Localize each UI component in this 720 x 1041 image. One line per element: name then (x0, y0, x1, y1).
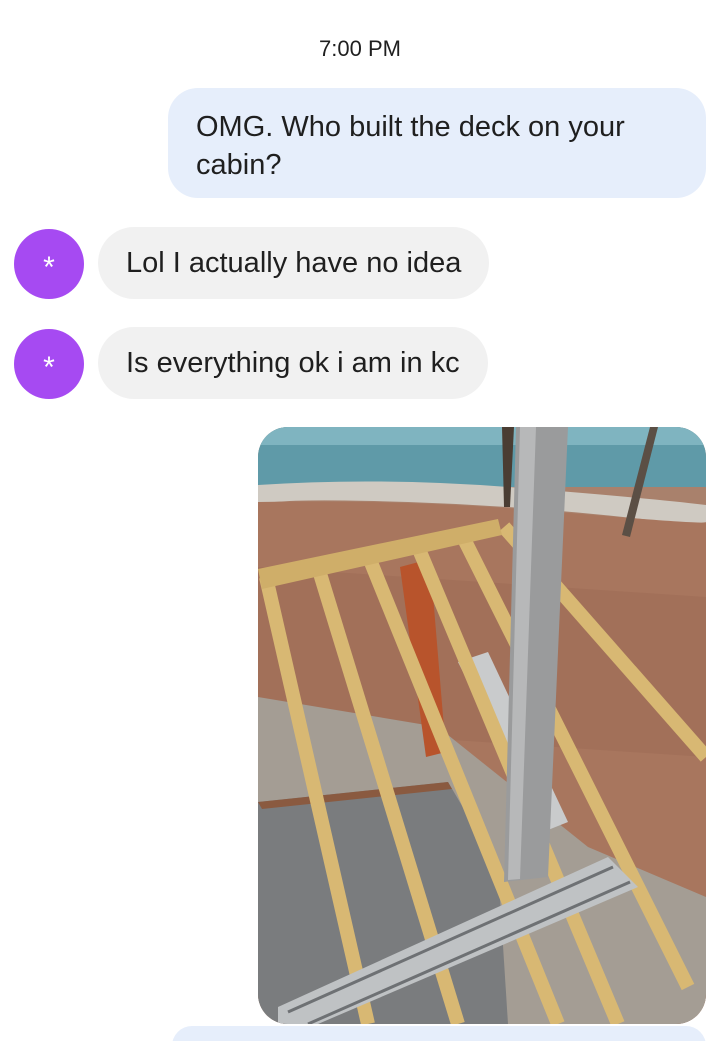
incoming-message-bubble[interactable]: Lol I actually have no idea (98, 227, 490, 299)
outgoing-message-text: OMG. Who built the deck on your cabin? (196, 111, 625, 181)
deck-photo-illustration (258, 427, 706, 1024)
message-timestamp: 7:00 PM (319, 36, 401, 61)
lake-water-far (258, 427, 706, 445)
contact-avatar[interactable]: * (14, 329, 84, 399)
avatar-initial: * (43, 351, 55, 384)
incoming-message-text: Lol I actually have no idea (126, 247, 462, 279)
avatar-initial: * (43, 251, 55, 284)
contact-avatar[interactable]: * (14, 229, 84, 299)
deck-construction-photo[interactable] (258, 427, 706, 1024)
incoming-message-text: Is everything ok i am in kc (126, 347, 460, 379)
conversation-screen: 7:00 PM OMG. Who built the deck on your … (0, 0, 720, 1041)
outgoing-message-bubble[interactable]: OMG. Who built the deck on your cabin? (168, 88, 706, 198)
outgoing-message-bubble-partial[interactable] (172, 1026, 706, 1041)
incoming-message-bubble[interactable]: Is everything ok i am in kc (98, 327, 488, 399)
